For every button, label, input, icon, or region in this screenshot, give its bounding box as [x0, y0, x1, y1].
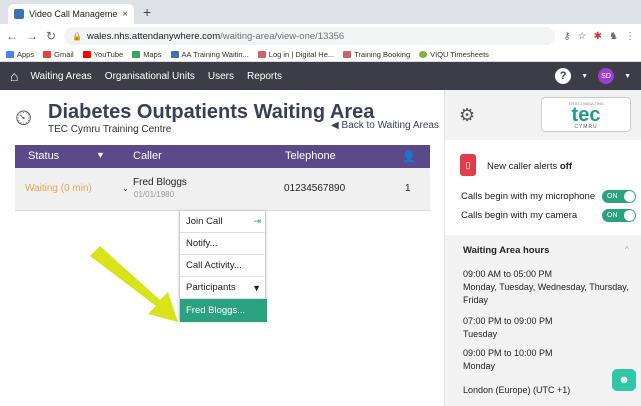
- new-tab-button[interactable]: +: [143, 4, 151, 20]
- page-title: Diabetes Outpatients Waiting Area: [48, 101, 375, 123]
- reload-icon[interactable]: ↻: [46, 29, 56, 43]
- nhs-icon: [257, 51, 266, 58]
- bookmark-gmail[interactable]: Gmail: [43, 50, 74, 59]
- caret-down-icon: ▼: [252, 282, 261, 293]
- chevron-down-icon[interactable]: ▼: [581, 73, 588, 80]
- chat-icon[interactable]: ☻: [612, 369, 636, 391]
- address-toolbar: ← → ↻ 🔒 wales.nhs.attendanywhere.com/wai…: [0, 24, 641, 48]
- microphone-toggle[interactable]: ON: [602, 190, 636, 203]
- timezone: London (Europe) (UTC +1): [463, 385, 571, 395]
- caller-actions-menu: Join Call ⇥ Notify... Call Activity... P…: [179, 210, 267, 322]
- menu-join-call[interactable]: Join Call ⇥: [180, 211, 267, 233]
- user-avatar[interactable]: SD: [598, 68, 615, 84]
- extension-icon[interactable]: ♞: [609, 31, 618, 42]
- schedule-entry: 07:00 PM to 09:00 PM Tuesday: [463, 316, 553, 339]
- caller-telephone: 01234567890: [284, 183, 346, 194]
- back-to-waiting-areas-link[interactable]: ◀ Back to Waiting Areas: [331, 120, 439, 131]
- url-host: wales.nhs.attendanywhere.com: [87, 30, 221, 42]
- bookmark-training-booking[interactable]: Training Booking: [343, 50, 410, 59]
- nav-waiting-areas[interactable]: Waiting Areas: [30, 71, 91, 82]
- status-waiting: Waiting (0 min): [25, 183, 92, 194]
- tab-title: Video Call Management: [29, 9, 118, 19]
- app-navbar: ⌂ Waiting Areas Organisational Units Use…: [0, 62, 641, 90]
- tec-cymru-logo: TELECONSULTING tec CYMRU: [541, 97, 631, 132]
- home-icon[interactable]: ⌂: [10, 68, 18, 84]
- bookmark-youtube[interactable]: YouTube: [82, 50, 123, 59]
- nav-organisational-units[interactable]: Organisational Units: [105, 71, 195, 82]
- chevron-down-icon[interactable]: ▼: [624, 73, 631, 80]
- filter-icon[interactable]: ▼: [96, 150, 105, 160]
- camera-toggle[interactable]: ON: [602, 209, 636, 222]
- chevron-down-icon[interactable]: ⌄: [122, 184, 129, 193]
- participants-person-icon: 👤: [402, 151, 416, 163]
- menu-participant-fred-bloggs[interactable]: Fred Bloggs...: [180, 299, 267, 322]
- nav-reports[interactable]: Reports: [247, 71, 282, 82]
- gmail-icon: [43, 51, 52, 58]
- hours-title: Waiting Area hours: [463, 245, 550, 256]
- schedule-entry: 09:00 AM to 05:00 PM Monday, Tuesday, We…: [463, 269, 629, 305]
- phone-alert-icon[interactable]: ▯: [460, 154, 476, 176]
- maps-icon: [132, 51, 141, 58]
- waiting-area-icon: ⏲: [15, 105, 33, 130]
- forward-arrow-icon[interactable]: →: [26, 29, 38, 43]
- schedule-entry: 09:00 PM to 10:00 PM Monday: [463, 348, 553, 371]
- panel-header: ⚙ TELECONSULTING tec CYMRU: [445, 90, 641, 140]
- main-content: ⏲ Diabetes Outpatients Waiting Area TEC …: [0, 90, 444, 406]
- url-path: /waiting-area/view-one/13356: [220, 30, 345, 42]
- favicon-icon: [14, 9, 24, 19]
- help-icon[interactable]: ?: [555, 68, 572, 84]
- chevron-up-icon[interactable]: ^: [625, 245, 629, 254]
- nav-users[interactable]: Users: [208, 71, 234, 82]
- puzzle-icon[interactable]: ✱: [594, 31, 602, 42]
- back-arrow-icon[interactable]: ←: [6, 29, 18, 43]
- new-caller-alerts-label: New caller alerts off: [487, 161, 572, 172]
- header-caller[interactable]: Caller: [133, 150, 162, 162]
- apps-grid-icon: [6, 51, 14, 58]
- lock-icon: 🔒: [72, 31, 83, 41]
- nhs-icon: [343, 51, 352, 58]
- table-header: Status ▼ Caller Telephone 👤: [15, 145, 430, 168]
- camera-setting-label: Calls begin with my camera: [461, 210, 578, 221]
- extensions-area: ⚷ ☆ ✱ ♞ ⋮: [563, 31, 635, 42]
- attend-anywhere-icon: [170, 51, 179, 58]
- annotation-arrow-icon: [90, 246, 178, 322]
- bookmark-viqu[interactable]: VIQU Timesheets: [419, 50, 489, 59]
- caller-name[interactable]: Fred Bloggs: [133, 177, 187, 188]
- microphone-setting-label: Calls begin with my microphone: [461, 191, 596, 202]
- star-icon[interactable]: ☆: [578, 31, 587, 42]
- menu-participants[interactable]: Participants ▼: [180, 277, 267, 299]
- header-telephone[interactable]: Telephone: [285, 150, 336, 162]
- menu-notify[interactable]: Notify...: [180, 233, 267, 255]
- caller-dob: 01/01/1980: [134, 190, 175, 199]
- participants-count: 1: [405, 183, 411, 194]
- settings-panel: ⚙ TELECONSULTING tec CYMRU ▯ New caller …: [444, 90, 641, 406]
- page-subtitle: TEC Cymru Training Centre: [48, 124, 172, 135]
- browser-tab[interactable]: Video Call Management ×: [8, 4, 134, 24]
- close-tab-icon[interactable]: ×: [122, 9, 128, 20]
- waiting-area-hours: Waiting Area hours ^ 09:00 AM to 05:00 P…: [445, 235, 641, 406]
- bookmark-aa-training[interactable]: AA Training Waitin...: [170, 50, 249, 59]
- youtube-icon: [82, 51, 91, 58]
- key-icon[interactable]: ⚷: [563, 31, 570, 42]
- menu-call-activity[interactable]: Call Activity...: [180, 255, 267, 277]
- header-status[interactable]: Status: [28, 150, 59, 162]
- bookmark-apps[interactable]: Apps: [6, 50, 34, 59]
- bookmarks-bar: Apps Gmail YouTube Maps AA Training Wait…: [0, 48, 641, 62]
- back-circle-icon: ◀: [331, 120, 339, 131]
- bookmark-digital-health[interactable]: Log in | Digital He...: [257, 50, 334, 59]
- join-arrow-icon: ⇥: [253, 216, 261, 226]
- menu-dots-icon[interactable]: ⋮: [625, 31, 635, 42]
- browser-tabbar: Video Call Management × +: [0, 0, 641, 24]
- gear-icon[interactable]: ⚙: [459, 105, 475, 126]
- viqu-icon: [419, 51, 428, 58]
- url-bar[interactable]: 🔒 wales.nhs.attendanywhere.com/waiting-a…: [64, 27, 556, 45]
- bookmark-maps[interactable]: Maps: [132, 50, 162, 59]
- table-row[interactable]: Waiting (0 min) ⌄ Fred Bloggs 01/01/1980…: [15, 168, 430, 211]
